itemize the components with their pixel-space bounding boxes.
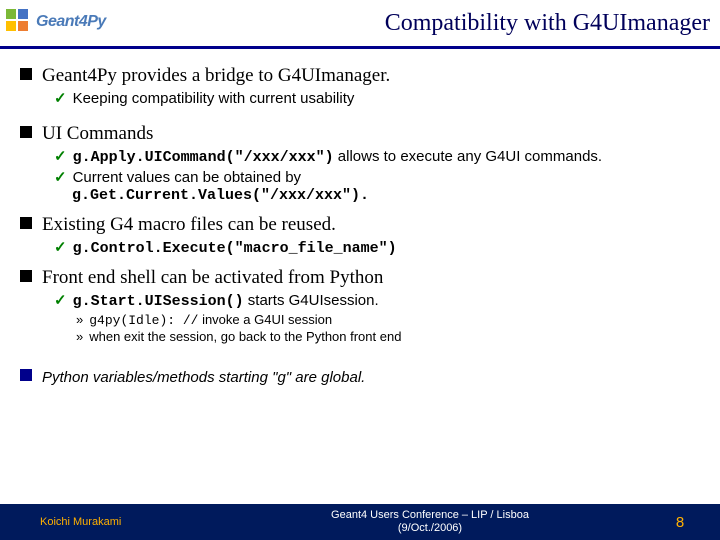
logo-text: Geant4Py (36, 13, 106, 31)
check-icon: ✓ (54, 239, 67, 256)
square-bullet-icon (20, 217, 32, 229)
bullet-4-sub-1-code: g.Start.UISession() (73, 293, 244, 310)
raquo-icon: » (76, 329, 83, 344)
raquo-icon: » (76, 312, 83, 327)
footer-line2: (9/Oct./2006) (398, 522, 462, 534)
bullet-2-sub-2-text: Current values can be obtained by (73, 169, 301, 186)
slide-header: Geant4Py Compatibility with G4UImanager (0, 0, 720, 49)
footer-conference: Geant4 Users Conference – LIP / Lisboa (… (220, 509, 640, 535)
footer-page-number: 8 (640, 514, 720, 531)
bullet-2-sub-2: ✓ Current values can be obtained by g.Get… (54, 168, 700, 204)
bullet-1: Geant4Py provides a bridge to G4UImanage… (20, 65, 700, 87)
square-bullet-icon (20, 270, 32, 282)
bullet-4-subsub-2: » when exit the session, go back to the P… (76, 329, 700, 344)
slide-footer: Koichi Murakami Geant4 Users Conference … (0, 504, 720, 540)
footer-line1: Geant4 Users Conference – LIP / Lisboa (331, 509, 529, 521)
bullet-3-sub-1: ✓ g.Control.Execute("macro_file_name") (54, 238, 700, 257)
bullet-4-subsub-1-after: invoke a G4UI session (198, 312, 332, 327)
square-bullet-icon (20, 126, 32, 138)
bullet-4-sub-1: ✓ g.Start.UISession() starts G4UIsession. (54, 291, 700, 310)
square-bullet-icon (20, 369, 32, 381)
check-icon: ✓ (54, 169, 67, 186)
bullet-1-sub-1: ✓ Keeping compatibility with current usab… (54, 89, 700, 107)
check-icon: ✓ (54, 148, 67, 165)
bullet-4-subsub-1: » g4py(Idle): // invoke a G4UI session (76, 312, 700, 328)
bullet-4-subsub-2-text: when exit the session, go back to the Py… (89, 329, 401, 344)
bullet-1-text: Geant4Py provides a bridge to G4UImanage… (42, 65, 390, 86)
bullet-2-sub-1-code: g.Apply.UICommand("/xxx/xxx") (73, 149, 334, 166)
bullet-3-sub-1-code: g.Control.Execute("macro_file_name") (73, 240, 397, 257)
note-bullet: Python variables/methods starting "g" ar… (20, 366, 700, 388)
logo: Geant4Py (6, 6, 136, 38)
slide-title: Compatibility with G4UImanager (385, 10, 710, 37)
bullet-3: Existing G4 macro files can be reused. (20, 214, 700, 236)
bullet-2: UI Commands (20, 123, 700, 145)
logo-squares-icon (6, 9, 32, 35)
bullet-1-sub-1-text: Keeping compatibility with current usabi… (73, 90, 355, 107)
footer-author: Koichi Murakami (0, 516, 220, 528)
bullet-4-subsub-1-code: g4py(Idle): // (89, 313, 198, 328)
bullet-3-text: Existing G4 macro files can be reused. (42, 214, 336, 235)
bullet-2-sub-2-code: g.Get.Current.Values("/xxx/xxx"). (72, 187, 369, 204)
check-icon: ✓ (54, 292, 67, 309)
note-text: Python variables/methods starting "g" ar… (42, 369, 365, 386)
bullet-2-sub-1-after: allows to execute any G4UI commands. (334, 148, 602, 165)
bullet-4-text: Front end shell can be activated from Py… (42, 267, 383, 288)
bullet-2-sub-1: ✓ g.Apply.UICommand("/xxx/xxx") allows to… (54, 147, 700, 166)
bullet-4: Front end shell can be activated from Py… (20, 267, 700, 289)
square-bullet-icon (20, 68, 32, 80)
bullet-2-text: UI Commands (42, 123, 153, 144)
check-icon: ✓ (54, 90, 67, 107)
slide-content: Geant4Py provides a bridge to G4UImanage… (0, 49, 720, 388)
bullet-4-sub-1-after: starts G4UIsession. (244, 292, 379, 309)
